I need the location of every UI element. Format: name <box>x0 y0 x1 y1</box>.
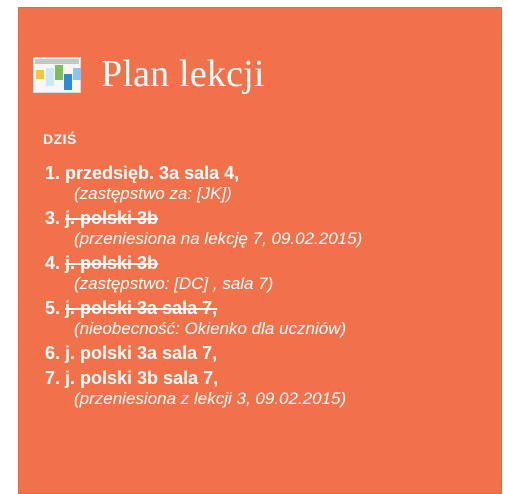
icon-block-sky <box>73 68 81 80</box>
lesson-number: 3. <box>45 208 61 228</box>
icon-block-light-blue <box>46 68 54 86</box>
lesson-item-5[interactable]: 5. j. polski 3a sala 7, (nieobecność: Ok… <box>45 297 495 339</box>
lesson-note: (nieobecność: Okienko dla uczniów) <box>74 319 347 338</box>
lesson-line: 1. przedsięb. 3a sala 4, <box>45 162 495 184</box>
lesson-subject: j. polski 3a sala 7, <box>65 298 218 318</box>
lesson-note: (przeniesiona na lekcję 7, 09.02.2015) <box>74 229 363 248</box>
timetable-widget: Plan lekcji DZIŚ 1. przedsięb. 3a sala 4… <box>18 7 502 494</box>
lesson-subject: j. polski 3b sala 7, <box>65 368 219 388</box>
lesson-subject: j. polski 3a sala 7, <box>65 343 218 363</box>
icon-block-blue <box>64 74 72 90</box>
lesson-number: 6. <box>45 343 61 363</box>
lesson-line: 7. j. polski 3b sala 7, <box>45 367 495 389</box>
widget-header: Plan lekcji <box>33 48 265 100</box>
lesson-line: 6. j. polski 3a sala 7, <box>45 342 495 364</box>
lesson-list: 1. przedsięb. 3a sala 4, (zastępstwo za:… <box>45 162 495 409</box>
lesson-item-3[interactable]: 3. j. polski 3b (przeniesiona na lekcję … <box>45 207 495 249</box>
lesson-line: 4. j. polski 3b <box>45 252 495 274</box>
lesson-number: 4. <box>45 253 61 273</box>
timetable-app-icon <box>33 52 85 96</box>
lesson-number: 1. <box>45 163 61 183</box>
lesson-item-6[interactable]: 6. j. polski 3a sala 7, <box>45 342 495 364</box>
lesson-item-7[interactable]: 7. j. polski 3b sala 7, (przeniesiona z … <box>45 367 495 409</box>
lesson-subject: j. polski 3b <box>65 253 159 273</box>
icon-block-yellow <box>36 70 44 79</box>
lesson-line: 3. j. polski 3b <box>45 207 495 229</box>
lesson-note: (zastępstwo: [DC] , sala 7) <box>74 274 274 293</box>
lesson-number: 5. <box>45 298 61 318</box>
lesson-subject: j. polski 3b <box>65 208 159 228</box>
icon-block-green <box>55 65 63 80</box>
lesson-number: 7. <box>45 368 61 388</box>
lesson-note: (zastępstwo za: [JK]) <box>74 184 232 203</box>
today-section-label: DZIŚ <box>43 131 77 147</box>
icon-topbar <box>35 59 79 64</box>
lesson-item-4[interactable]: 4. j. polski 3b (zastępstwo: [DC] , sala… <box>45 252 495 294</box>
widget-title: Plan lekcji <box>101 53 265 95</box>
lesson-line: 5. j. polski 3a sala 7, <box>45 297 495 319</box>
lesson-item-1[interactable]: 1. przedsięb. 3a sala 4, (zastępstwo za:… <box>45 162 495 204</box>
lesson-subject: przedsięb. 3a sala 4, <box>65 163 240 183</box>
lesson-note: (przeniesiona z lekcji 3, 09.02.2015) <box>74 389 347 408</box>
